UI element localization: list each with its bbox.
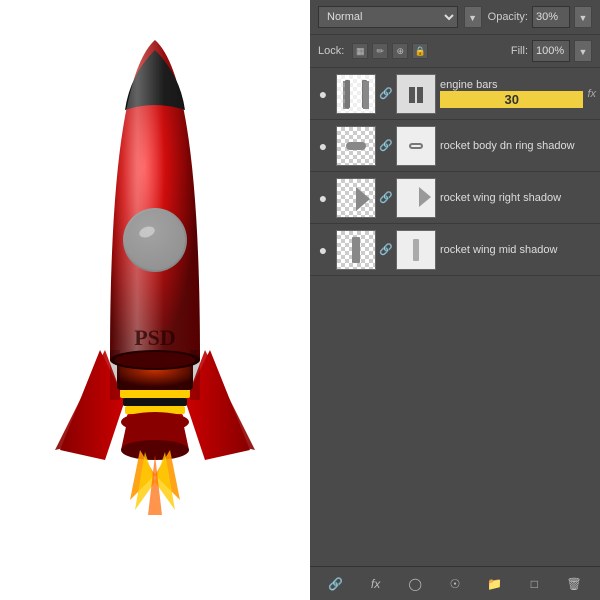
- opacity-arrow[interactable]: ▼: [574, 6, 592, 28]
- fill-arrow[interactable]: ▼: [574, 40, 592, 62]
- layer-name-wing-mid: rocket wing mid shadow: [440, 244, 596, 256]
- fx-label-engine-bars: fx: [587, 88, 596, 100]
- lock-transparency-icon[interactable]: ▦: [352, 43, 368, 59]
- blend-opacity-row: Normal ▼ Opacity: ▼: [310, 0, 600, 35]
- blend-mode-arrow[interactable]: ▼: [464, 6, 482, 28]
- layer-badge-engine-bars: 30: [440, 91, 583, 108]
- mask-bottom-icon[interactable]: ◯: [404, 573, 426, 595]
- rocket-canvas: PSD: [0, 0, 310, 600]
- svg-text:PSD: PSD: [134, 325, 176, 350]
- lock-fill-row: Lock: ▦ ✏ ⊕ 🔒 Fill: ▼: [310, 35, 600, 68]
- opacity-label: Opacity:: [488, 11, 528, 23]
- fill-label: Fill:: [511, 45, 528, 57]
- layers-bottom-bar: 🔗 fx ◯ ☉ 📁 □ 🗑: [310, 566, 600, 600]
- layers-list: ● 🔗 engine bars 30 fx ●: [310, 68, 600, 566]
- name-area-ring-shadow: rocket body dn ring shadow: [440, 140, 596, 152]
- layer-wing-mid[interactable]: ● 🔗 rocket wing mid shadow: [310, 224, 600, 276]
- thumbnail2-wing-right: [396, 178, 436, 218]
- lock-all-icon[interactable]: 🔒: [412, 43, 428, 59]
- visibility-wing-right[interactable]: ●: [314, 189, 332, 207]
- link-icon-engine-bars: 🔗: [380, 87, 392, 100]
- visibility-wing-mid[interactable]: ●: [314, 241, 332, 259]
- link-icon-wing-mid: 🔗: [380, 243, 392, 256]
- rocket-illustration: PSD: [45, 20, 265, 580]
- lock-paint-icon[interactable]: ✏: [372, 43, 388, 59]
- lock-label: Lock:: [318, 45, 344, 57]
- opacity-row: Opacity: ▼: [488, 6, 592, 28]
- layer-name-engine-bars: engine bars: [440, 79, 583, 91]
- thumbnail2-wing-mid: [396, 230, 436, 270]
- adjustment-bottom-icon[interactable]: ☉: [444, 573, 466, 595]
- layer-name-ring-shadow: rocket body dn ring shadow: [440, 140, 596, 152]
- visibility-engine-bars[interactable]: ●: [314, 85, 332, 103]
- thumbnail-wing-right: [336, 178, 376, 218]
- layer-name-wing-right: rocket wing right shadow: [440, 192, 596, 204]
- fill-input[interactable]: [532, 40, 570, 62]
- link-icon-ring-shadow: 🔗: [380, 139, 392, 152]
- layers-panel: Normal ▼ Opacity: ▼ Lock: ▦ ✏ ⊕ 🔒 Fill: …: [310, 0, 600, 600]
- lock-icons-group: ▦ ✏ ⊕ 🔒: [352, 43, 428, 59]
- name-area-engine-bars: engine bars 30: [440, 79, 583, 108]
- fill-row: Fill: ▼: [511, 40, 592, 62]
- link-icon-wing-right: 🔗: [380, 191, 392, 204]
- layer-engine-bars[interactable]: ● 🔗 engine bars 30 fx: [310, 68, 600, 120]
- new-layer-bottom-icon[interactable]: □: [523, 573, 545, 595]
- visibility-ring-shadow[interactable]: ●: [314, 137, 332, 155]
- layer-wing-right[interactable]: ● 🔗 rocket wing right shadow: [310, 172, 600, 224]
- thumbnail-wing-mid: [336, 230, 376, 270]
- delete-bottom-icon[interactable]: 🗑: [563, 573, 585, 595]
- thumbnail2-ring-shadow: [396, 126, 436, 166]
- name-area-wing-mid: rocket wing mid shadow: [440, 244, 596, 256]
- thumbnail-engine-bars: [336, 74, 376, 114]
- thumbnail2-engine-bars: [396, 74, 436, 114]
- opacity-input[interactable]: [532, 6, 570, 28]
- blend-mode-select[interactable]: Normal: [318, 6, 458, 28]
- fx-bottom-icon[interactable]: fx: [365, 573, 387, 595]
- lock-position-icon[interactable]: ⊕: [392, 43, 408, 59]
- link-bottom-icon[interactable]: 🔗: [325, 573, 347, 595]
- layer-ring-shadow[interactable]: ● 🔗 rocket body dn ring shadow: [310, 120, 600, 172]
- folder-bottom-icon[interactable]: 📁: [484, 573, 506, 595]
- thumbnail-ring-shadow: [336, 126, 376, 166]
- name-area-wing-right: rocket wing right shadow: [440, 192, 596, 204]
